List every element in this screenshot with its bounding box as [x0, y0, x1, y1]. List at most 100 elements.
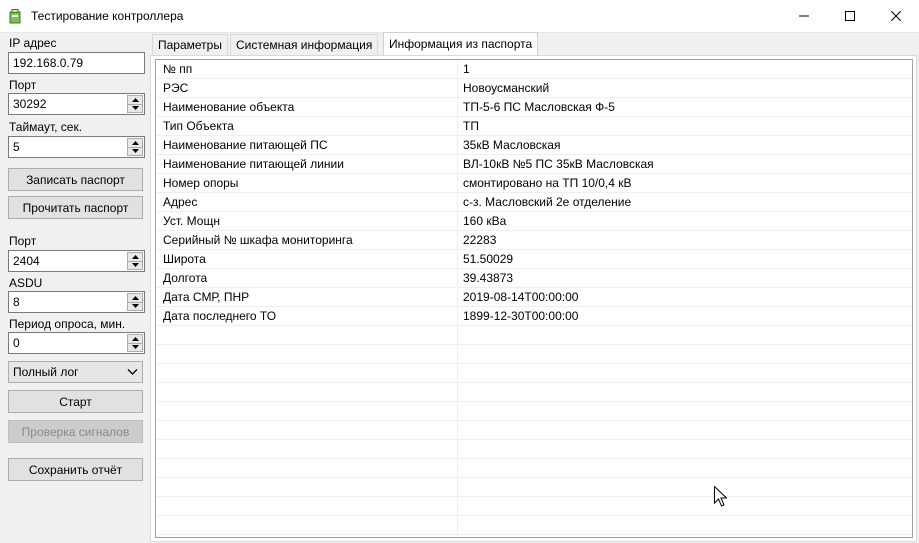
table-row[interactable]: [156, 459, 912, 478]
period-up-button[interactable]: [127, 334, 143, 344]
save-report-button[interactable]: Сохранить отчёт: [8, 458, 143, 481]
chevron-up-icon: [131, 254, 139, 259]
ip-label: IP адрес: [9, 36, 57, 50]
log-mode-select[interactable]: Полный лог: [8, 361, 143, 383]
maximize-icon: [845, 11, 855, 21]
table-row[interactable]: РЭС Новоусманский: [156, 79, 912, 98]
poll-port-label: Порт: [9, 234, 37, 248]
table-cell-name: Серийный № шкафа мониторинга: [163, 233, 353, 247]
table-cell-value: 39.43873: [463, 271, 514, 285]
close-button[interactable]: [873, 0, 919, 32]
table-row[interactable]: Наименование питающей линии ВЛ-10кВ №5 ПС…: [156, 155, 912, 174]
log-mode-value: Полный лог: [13, 365, 79, 379]
port-up-button[interactable]: [127, 95, 143, 105]
table-row[interactable]: [156, 478, 912, 497]
tab-system-info[interactable]: Системная информация: [230, 34, 379, 55]
tab-passport-info[interactable]: Информация из паспорта: [383, 32, 539, 56]
asdu-label: ASDU: [9, 276, 43, 290]
table-row[interactable]: [156, 383, 912, 402]
table-cell-value: 1899-12-30T00:00:00: [463, 309, 579, 323]
table-row[interactable]: Номер опоры смонтировано на ТП 10/0,4 кВ: [156, 174, 912, 193]
title-bar: Тестирование контроллера: [0, 0, 919, 33]
table-cell-name: Дата последнего ТО: [163, 309, 277, 323]
table-cell-name: № пп: [163, 62, 193, 76]
table-cell-value: 160 кВа: [463, 214, 507, 228]
table-row[interactable]: [156, 326, 912, 345]
chevron-down-icon: [131, 304, 139, 309]
table-row[interactable]: [156, 516, 912, 535]
table-row[interactable]: № пп 1: [156, 60, 912, 79]
timeout-stepper[interactable]: 5: [8, 136, 145, 158]
chevron-down-icon: [131, 345, 139, 350]
table-row[interactable]: Наименование питающей ПС 35кВ Масловская: [156, 136, 912, 155]
passport-grid[interactable]: № пп 1 РЭС Новоусманский Наименование объект…: [155, 59, 913, 538]
tab-parameters[interactable]: Параметры: [152, 34, 228, 55]
table-row[interactable]: [156, 402, 912, 421]
table-row[interactable]: Долгота 39.43873: [156, 269, 912, 288]
table-row[interactable]: Широта 51.50029: [156, 250, 912, 269]
period-stepper[interactable]: 0: [8, 332, 145, 354]
table-cell-name: Тип Объекта: [163, 119, 234, 133]
port-stepper[interactable]: 30292: [8, 93, 145, 115]
table-row[interactable]: Дата СМР, ПНР 2019-08-14T00:00:00: [156, 288, 912, 307]
port-value: 30292: [13, 97, 47, 111]
table-cell-value: смонтировано на ТП 10/0,4 кВ: [463, 176, 632, 190]
table-row[interactable]: Тип Объекта ТП: [156, 117, 912, 136]
minimize-button[interactable]: [781, 0, 827, 32]
chevron-up-icon: [131, 97, 139, 102]
table-row[interactable]: [156, 497, 912, 516]
table-cell-name: Номер опоры: [163, 176, 239, 190]
table-cell-value: 51.50029: [463, 252, 514, 266]
read-passport-button[interactable]: Прочитать паспорт: [8, 196, 143, 219]
table-row[interactable]: [156, 421, 912, 440]
table-cell-value: 2019-08-14T00:00:00: [463, 290, 579, 304]
poll-port-down-button[interactable]: [127, 261, 143, 270]
chevron-up-icon: [131, 336, 139, 341]
ip-input[interactable]: 192.168.0.79: [8, 52, 145, 74]
maximize-button[interactable]: [827, 0, 873, 32]
table-cell-value: ТП: [463, 119, 479, 133]
start-button[interactable]: Старт: [8, 390, 143, 413]
poll-port-stepper[interactable]: 2404: [8, 250, 145, 272]
check-signals-button[interactable]: Проверка сигналов: [8, 420, 143, 443]
period-value: 0: [13, 336, 20, 350]
table-row[interactable]: Адрес с-з. Масловский 2е отделение: [156, 193, 912, 212]
port-label: Порт: [9, 78, 37, 92]
table-cell-name: Наименование питающей ПС: [163, 138, 328, 152]
table-cell-name: Долгота: [163, 271, 208, 285]
period-down-button[interactable]: [127, 343, 143, 352]
minimize-icon: [799, 15, 809, 17]
table-row[interactable]: Серийный № шкафа мониторинга 22283: [156, 231, 912, 250]
poll-port-up-button[interactable]: [127, 252, 143, 262]
timeout-down-button[interactable]: [127, 147, 143, 156]
timeout-label: Таймаут, сек.: [9, 120, 83, 134]
table-cell-name: Адрес: [163, 195, 198, 209]
table-cell-name: Наименование питающей линии: [163, 157, 344, 171]
asdu-up-button[interactable]: [127, 293, 143, 303]
table-row[interactable]: Наименование объекта ТП-5-6 ПС Масловская…: [156, 98, 912, 117]
table-row[interactable]: [156, 345, 912, 364]
table-row[interactable]: Дата последнего ТО 1899-12-30T00:00:00: [156, 307, 912, 326]
table-cell-value: 1: [463, 62, 470, 76]
window-title: Тестирование контроллера: [31, 9, 184, 23]
chevron-down-icon: [131, 106, 139, 111]
chevron-down-icon: [131, 149, 139, 154]
asdu-down-button[interactable]: [127, 302, 143, 311]
port-down-button[interactable]: [127, 104, 143, 113]
chevron-down-icon: [127, 369, 138, 375]
timeout-up-button[interactable]: [127, 138, 143, 148]
table-cell-value: Новоусманский: [463, 81, 550, 95]
table-row[interactable]: Уст. Мощн 160 кВа: [156, 212, 912, 231]
table-cell-name: Дата СМР, ПНР: [163, 290, 250, 304]
table-row[interactable]: [156, 364, 912, 383]
table-row[interactable]: [156, 440, 912, 459]
app-icon: [9, 9, 21, 24]
chevron-up-icon: [131, 295, 139, 300]
close-icon: [891, 11, 901, 21]
table-cell-value: с-з. Масловский 2е отделение: [463, 195, 632, 209]
table-cell-name: Широта: [163, 252, 206, 266]
timeout-value: 5: [13, 140, 20, 154]
asdu-stepper[interactable]: 8: [8, 291, 145, 313]
write-passport-button[interactable]: Записать паспорт: [8, 168, 143, 191]
table-cell-value: 35кВ Масловская: [463, 138, 561, 152]
